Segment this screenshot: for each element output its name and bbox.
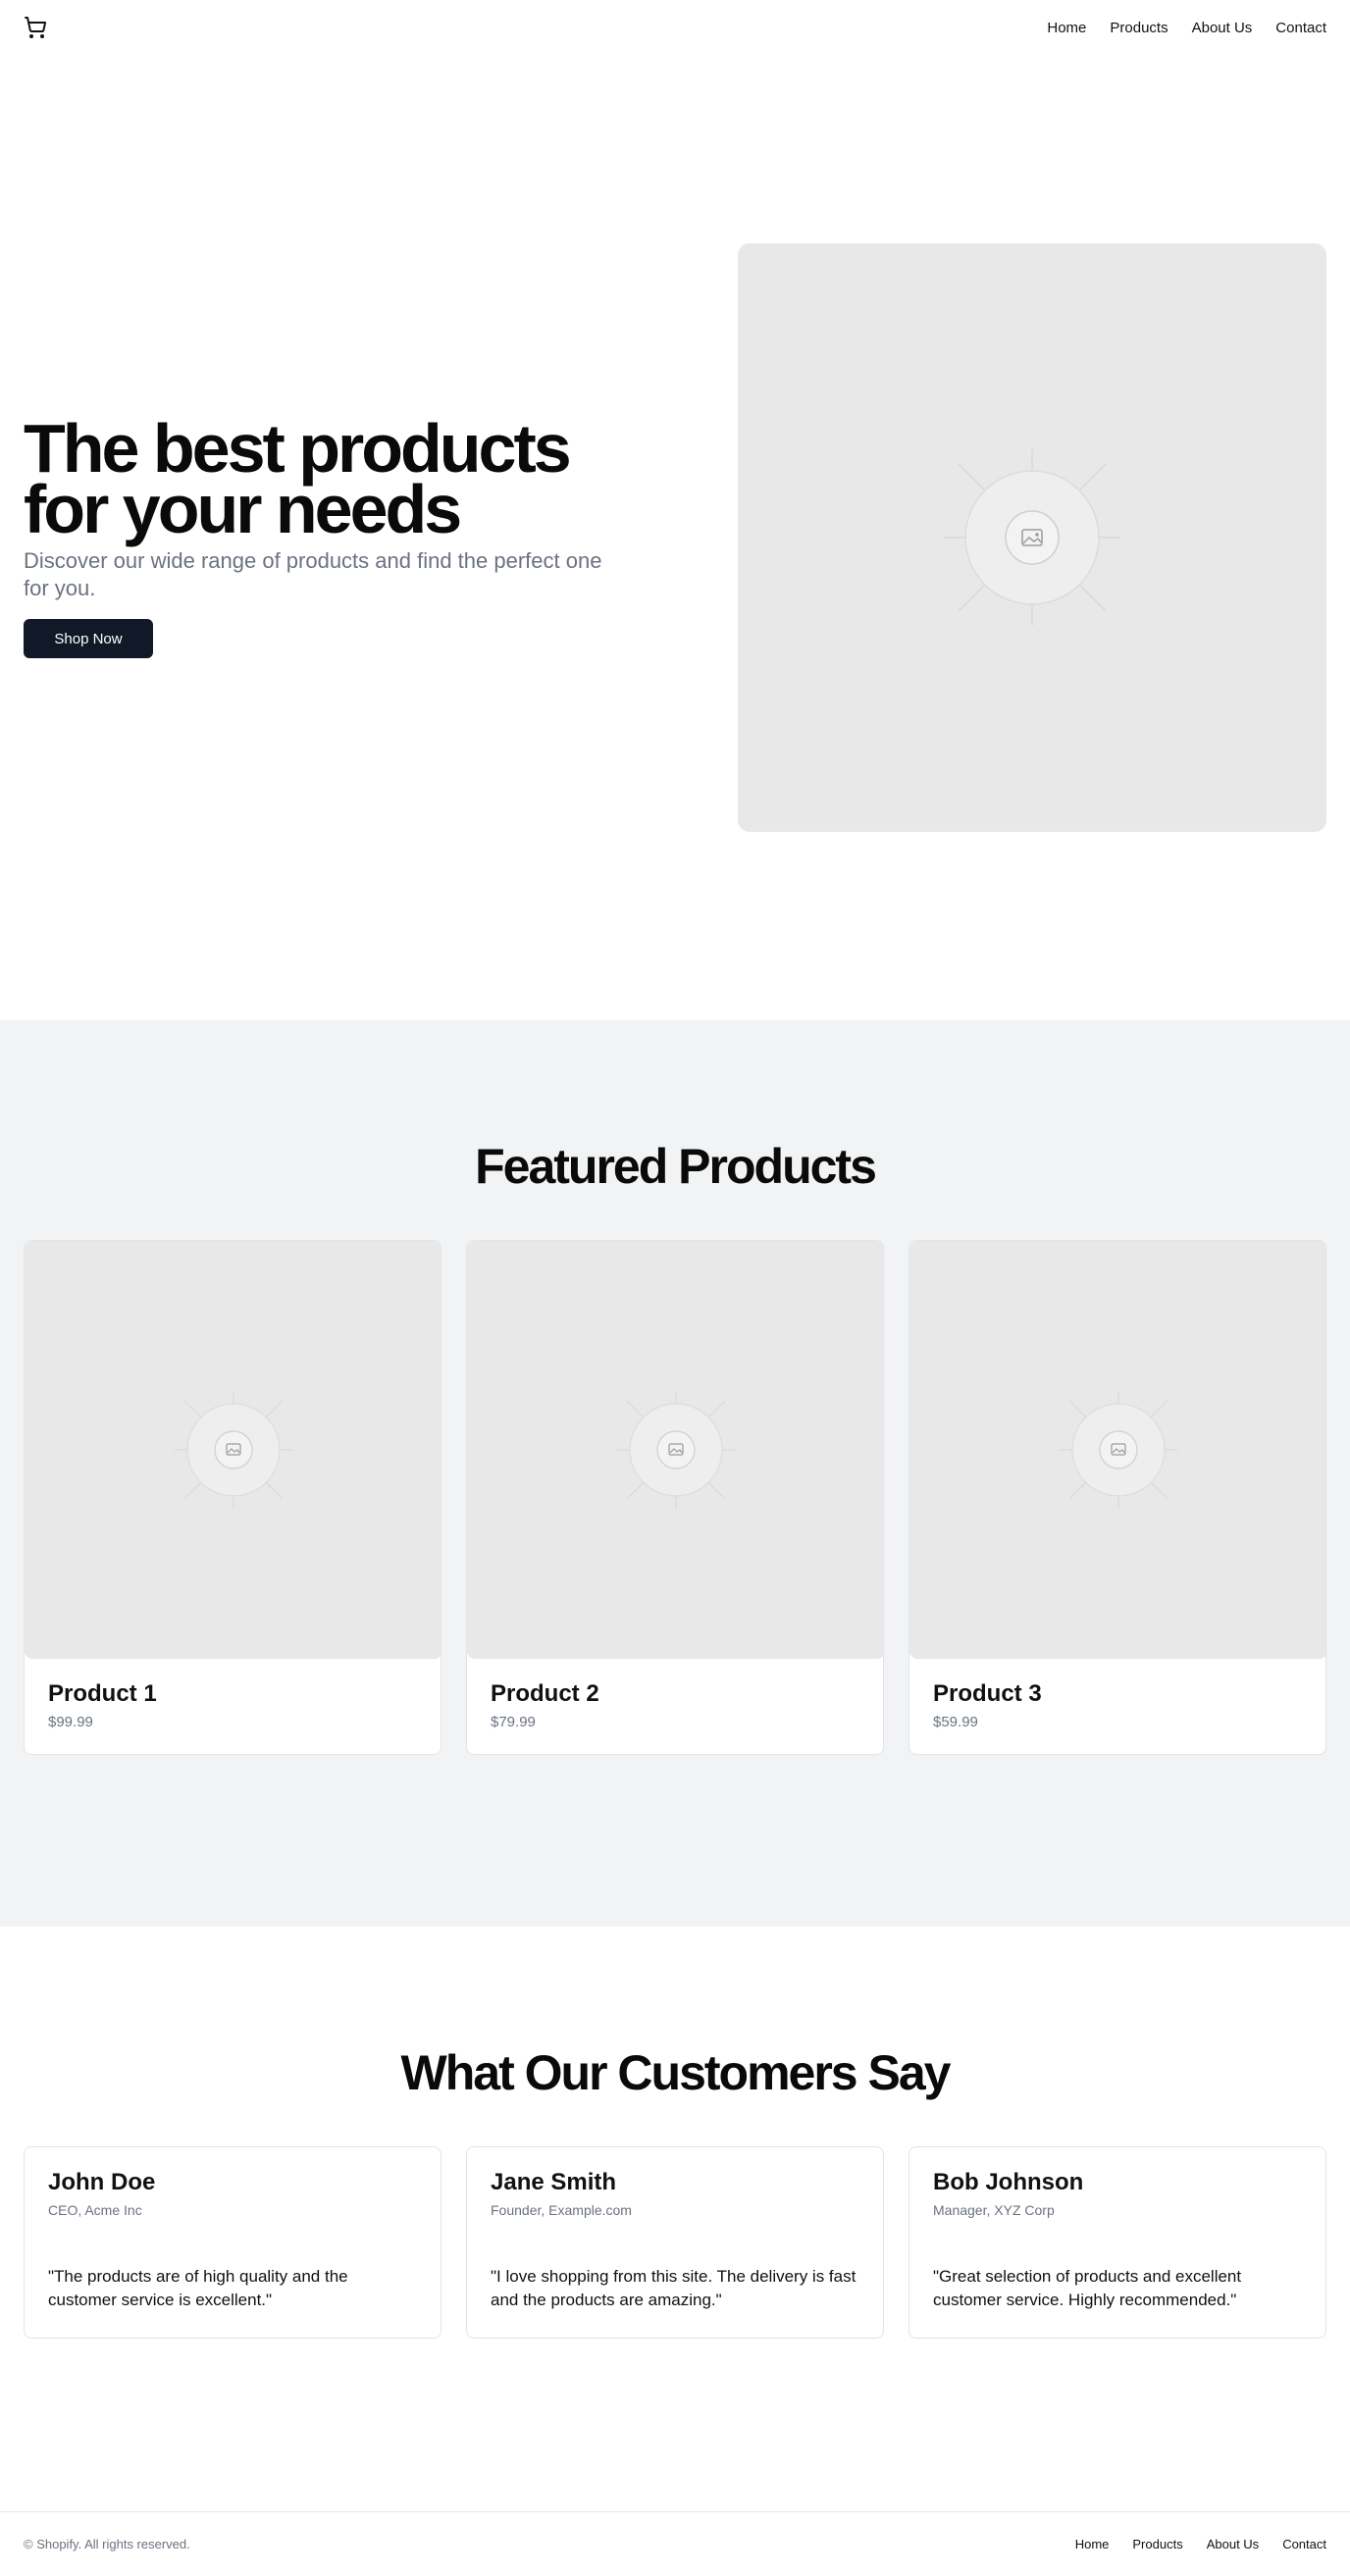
image-placeholder-icon bbox=[944, 449, 1120, 626]
testimonial-quote: "I love shopping from this site. The del… bbox=[491, 2267, 857, 2309]
testimonials-section: What Our Customers Say John Doe CEO, Acm… bbox=[0, 1927, 1350, 2511]
testimonial-name: John Doe bbox=[48, 2169, 156, 2195]
site-footer: © Shopify. All rights reserved. Home Pro… bbox=[0, 2511, 1350, 2576]
product-card-body: Product 3 $59.99 bbox=[909, 1659, 1325, 1754]
testimonial-quote: "Great selection of products and excelle… bbox=[933, 2267, 1242, 2309]
image-placeholder-icon bbox=[175, 1391, 292, 1509]
footer-link-about-us[interactable]: About Us bbox=[1207, 2537, 1259, 2551]
featured-title: Featured Products bbox=[475, 1139, 877, 1194]
product-image bbox=[25, 1241, 441, 1659]
product-card[interactable]: Product 2 $79.99 bbox=[466, 1240, 884, 1755]
testimonial-card: John Doe CEO, Acme Inc "The products are… bbox=[24, 2146, 441, 2339]
product-card-body: Product 2 $79.99 bbox=[467, 1659, 883, 1754]
testimonial-grid: John Doe CEO, Acme Inc "The products are… bbox=[24, 2146, 1326, 2339]
footer-link-products[interactable]: Products bbox=[1132, 2537, 1182, 2551]
product-card-body: Product 1 $99.99 bbox=[25, 1659, 441, 1754]
hero-subtitle: Discover our wide range of products and … bbox=[24, 548, 602, 600]
image-placeholder-icon bbox=[1060, 1391, 1177, 1509]
testimonial-name: Jane Smith bbox=[491, 2169, 617, 2195]
testimonial-card: Jane Smith Founder, Example.com "I love … bbox=[466, 2146, 884, 2339]
testimonials-title: What Our Customers Say bbox=[400, 2045, 952, 2100]
hero-section: The best products for your needs Discove… bbox=[0, 55, 1350, 1020]
product-price: $79.99 bbox=[491, 1714, 536, 1730]
product-price: $59.99 bbox=[933, 1714, 978, 1730]
nav-link-about-us[interactable]: About Us bbox=[1192, 20, 1253, 36]
nav-link-products[interactable]: Products bbox=[1110, 20, 1168, 36]
nav-link-contact[interactable]: Contact bbox=[1275, 20, 1326, 36]
product-name: Product 3 bbox=[933, 1680, 1042, 1707]
testimonial-role: CEO, Acme Inc bbox=[48, 2202, 142, 2218]
product-image bbox=[909, 1241, 1325, 1659]
featured-products-section: Featured Products Product 1 $99.99 Produ… bbox=[0, 1020, 1350, 1927]
testimonial-quote: "The products are of high quality and th… bbox=[48, 2267, 348, 2309]
product-price: $99.99 bbox=[48, 1714, 93, 1730]
footer-link-home[interactable]: Home bbox=[1075, 2537, 1110, 2551]
testimonial-card: Bob Johnson Manager, XYZ Corp "Great sel… bbox=[909, 2146, 1326, 2339]
image-placeholder-icon bbox=[617, 1391, 735, 1509]
product-card[interactable]: Product 1 $99.99 bbox=[24, 1240, 441, 1755]
product-grid: Product 1 $99.99 Product 2 $79.99 Produc… bbox=[24, 1240, 1326, 1755]
hero-text: The best products for your needs Discove… bbox=[24, 410, 612, 658]
testimonial-name: Bob Johnson bbox=[933, 2169, 1084, 2195]
footer-nav: Home Products About Us Contact bbox=[1075, 2537, 1326, 2551]
main-nav: Home Products About Us Contact bbox=[1047, 20, 1326, 36]
copyright-text: © Shopify. All rights reserved. bbox=[24, 2537, 190, 2551]
nav-link-home[interactable]: Home bbox=[1047, 20, 1086, 36]
product-image bbox=[467, 1241, 883, 1659]
product-name: Product 2 bbox=[491, 1680, 599, 1707]
footer-link-contact[interactable]: Contact bbox=[1282, 2537, 1326, 2551]
product-name: Product 1 bbox=[48, 1680, 157, 1707]
testimonial-role: Founder, Example.com bbox=[491, 2202, 632, 2218]
site-header: Home Products About Us Contact bbox=[0, 0, 1350, 55]
hero-image bbox=[738, 243, 1326, 832]
hero-title: The best products for your needs bbox=[24, 410, 572, 547]
shopping-cart-icon[interactable] bbox=[24, 16, 47, 39]
testimonial-role: Manager, XYZ Corp bbox=[933, 2202, 1055, 2218]
shop-now-button[interactable]: Shop Now bbox=[24, 619, 153, 658]
product-card[interactable]: Product 3 $59.99 bbox=[909, 1240, 1326, 1755]
